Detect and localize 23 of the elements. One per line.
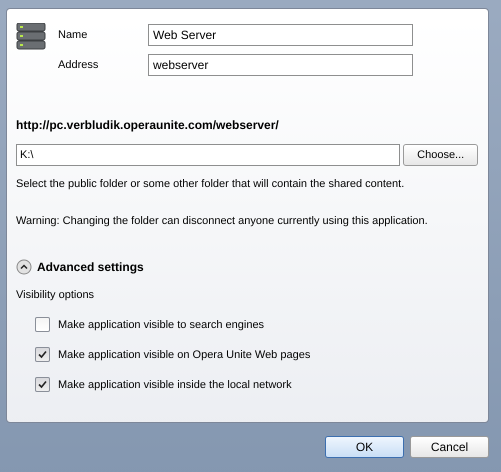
field-label: Address	[58, 59, 100, 71]
check-icon	[38, 350, 47, 359]
checkbox-label: Make application visible inside the local network	[58, 378, 292, 390]
checkbox[interactable]	[35, 347, 50, 362]
text-field[interactable]: Web Server	[148, 24, 413, 46]
folder-field[interactable]: K:\	[16, 144, 400, 166]
hint-text: Select the public folder or some other folder that will contain the shared content.	[16, 178, 406, 190]
collapse-icon[interactable]	[16, 259, 32, 275]
warning-text: Warning: Changing the folder can disconnect anyone currently using this application.	[16, 215, 429, 227]
checkbox-label: Make application visible to search engines	[58, 318, 264, 330]
checkbox[interactable]	[35, 377, 50, 392]
text-field[interactable]: webserver	[148, 54, 413, 76]
dialog-button[interactable]: Cancel	[410, 436, 489, 458]
section-title: Advanced settings	[37, 260, 144, 274]
choose-button[interactable]: Choose...	[403, 144, 478, 166]
url-text: http://pc.verbludik.operaunite.com/webserver/	[16, 118, 280, 132]
checkbox[interactable]	[35, 317, 50, 332]
check-icon	[38, 380, 47, 389]
server-icon	[16, 23, 46, 51]
dialog-button[interactable]: OK	[325, 436, 404, 458]
field-label: Name	[58, 29, 88, 41]
checkbox-label: Make application visible on Opera Unite Web pages	[58, 348, 310, 360]
section-label: Visibility options	[16, 289, 96, 301]
